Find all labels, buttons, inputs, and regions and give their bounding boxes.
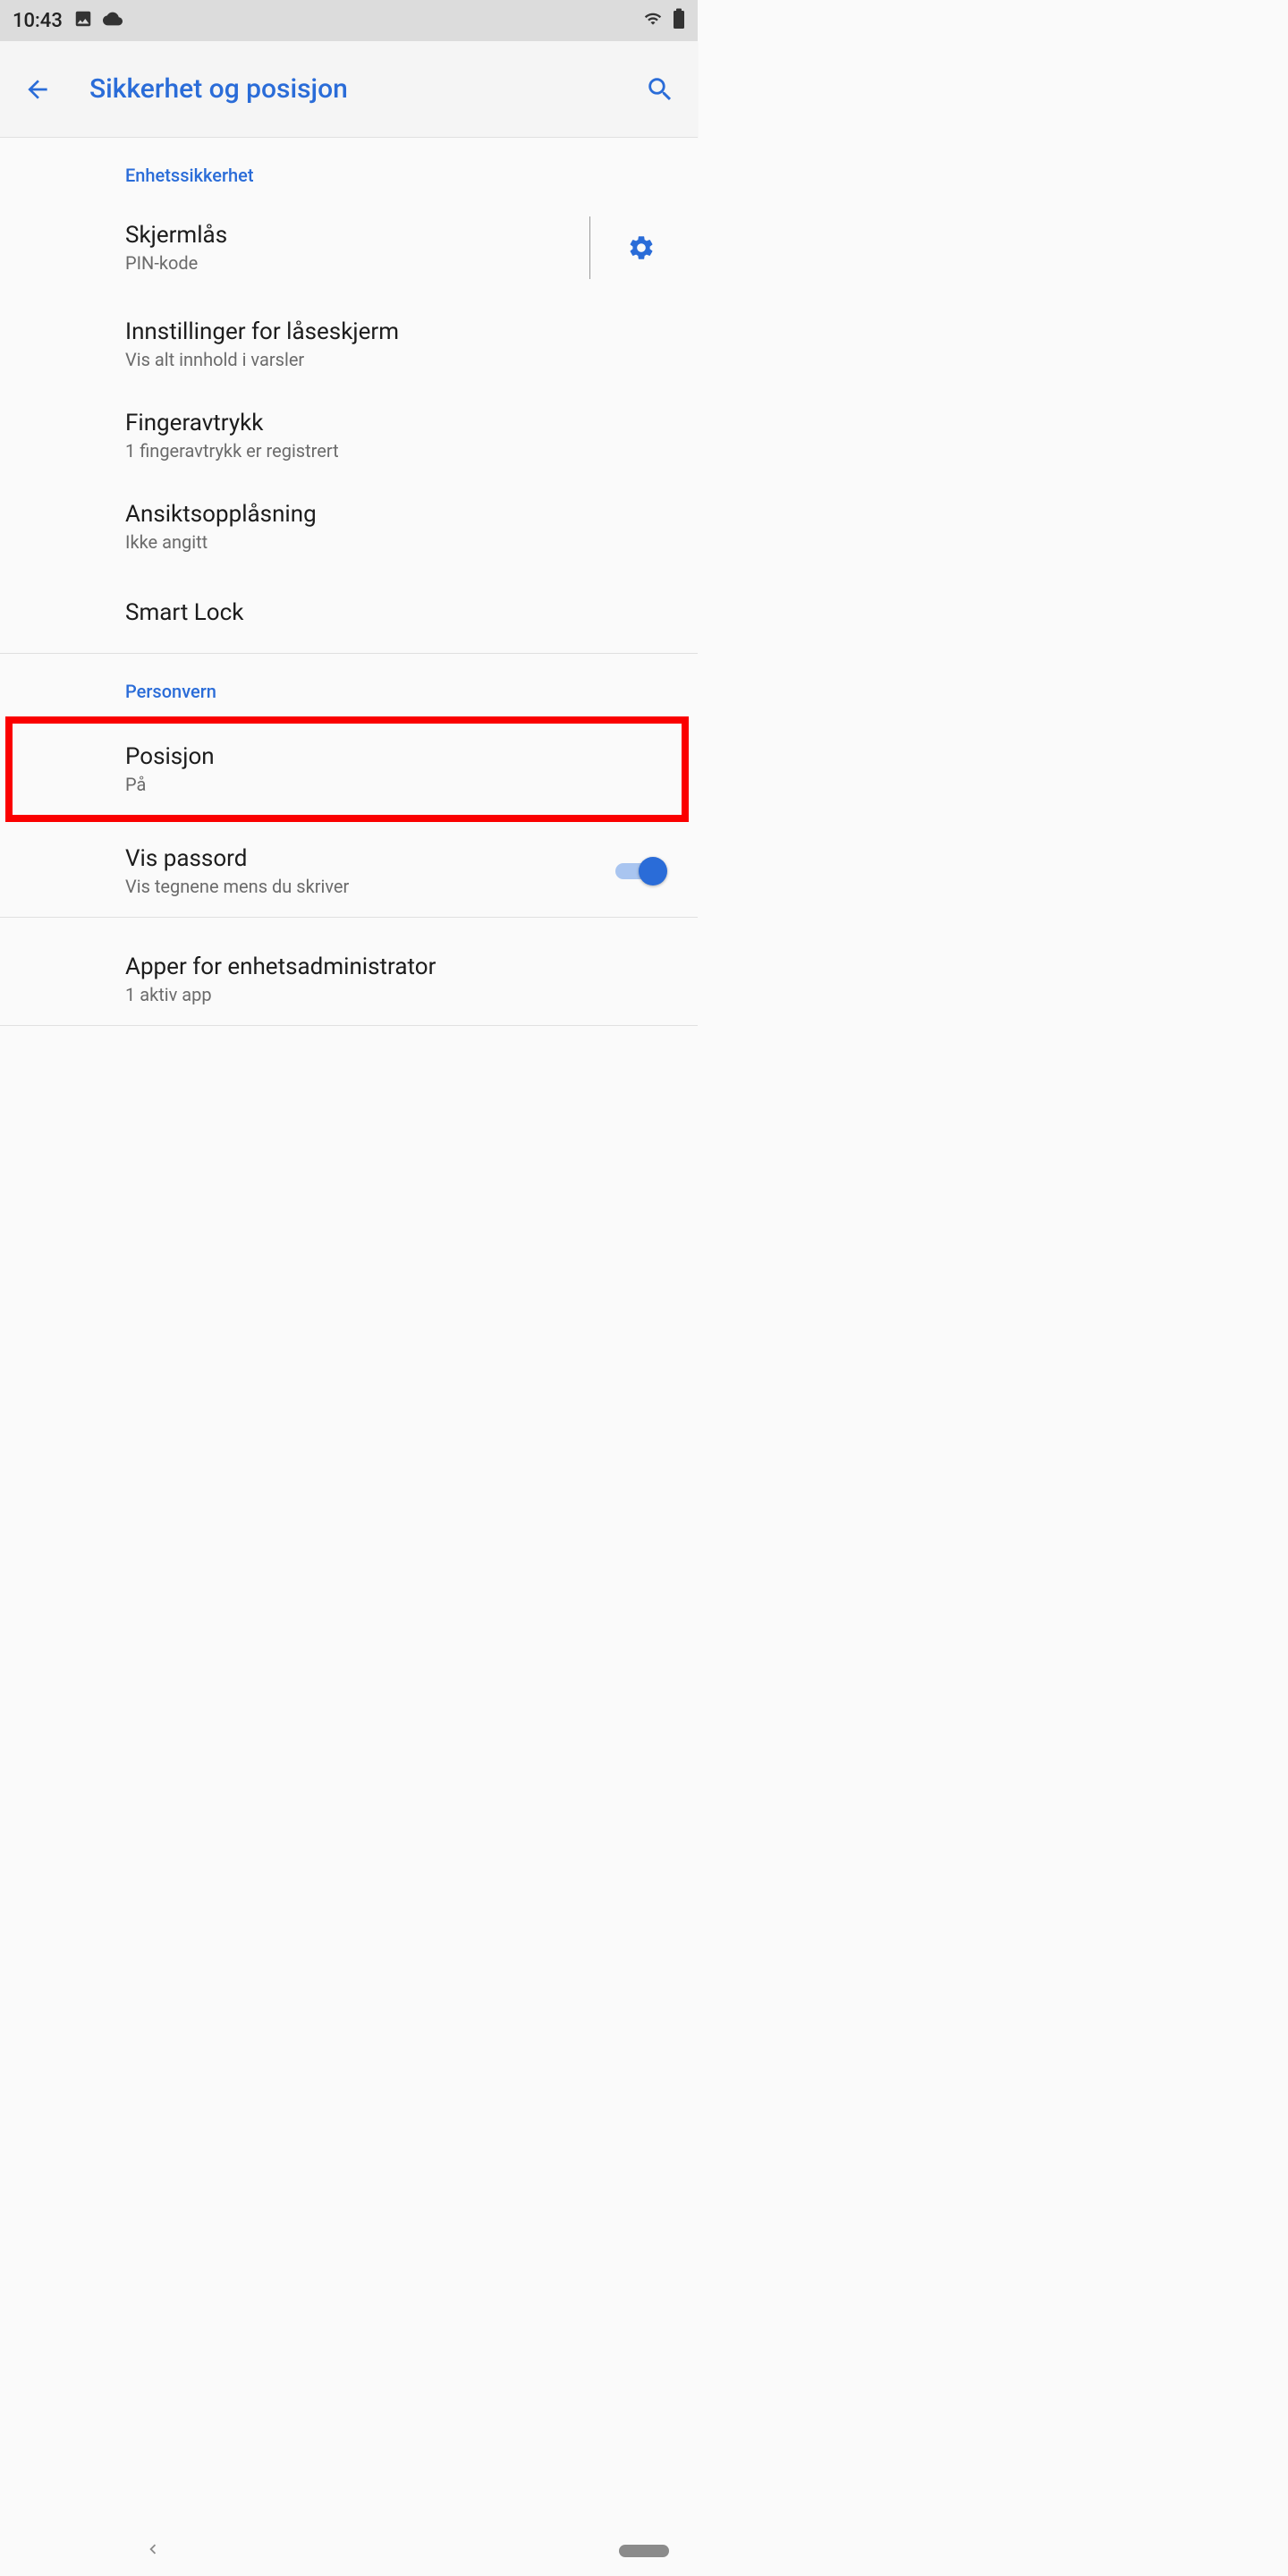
status-time: 10:43 [13, 10, 63, 32]
battery-icon [673, 8, 685, 33]
row-title: Vis passord [125, 845, 601, 872]
row-title: Smart Lock [125, 599, 682, 626]
page-title: Sikkerhet og posisjon [89, 73, 642, 105]
search-icon [645, 74, 675, 105]
nav-home-pill[interactable] [619, 2545, 669, 2557]
gear-icon [627, 233, 656, 262]
arrow-back-icon [23, 75, 52, 104]
row-device-admin-apps[interactable]: Apper for enhetsadministrator 1 aktiv ap… [0, 918, 698, 1025]
row-sub: På [125, 774, 665, 795]
cloud-icon [102, 9, 123, 32]
back-button[interactable] [20, 72, 55, 107]
wifi-icon [642, 10, 664, 31]
row-title: Apper for enhetsadministrator [125, 953, 682, 980]
row-smart-lock[interactable]: Smart Lock [0, 572, 698, 653]
image-icon [73, 9, 93, 32]
row-lockscreen-prefs[interactable]: Innstillinger for låseskjerm Vis alt inn… [0, 299, 698, 390]
row-title: Skjermlås [125, 222, 589, 249]
chevron-left-icon [143, 2539, 163, 2559]
row-sub: Vis tegnene mens du skriver [125, 876, 601, 897]
section-header-privacy: Personvern [0, 654, 698, 713]
row-title: Fingeravtrykk [125, 410, 682, 436]
search-button[interactable] [642, 72, 678, 107]
status-bar: 10:43 [0, 0, 698, 41]
row-title: Ansiktsopplåsning [125, 501, 682, 528]
row-location[interactable]: Posisjon På [13, 724, 682, 815]
show-passwords-toggle[interactable] [615, 857, 667, 886]
screen-lock-settings-button[interactable] [601, 233, 682, 262]
navigation-bar [0, 2526, 1288, 2576]
row-show-passwords[interactable]: Vis passord Vis tegnene mens du skriver [0, 826, 698, 917]
section-header-device-security: Enhetssikkerhet [0, 138, 698, 197]
row-title: Innstillinger for låseskjerm [125, 318, 682, 345]
row-fingerprint[interactable]: Fingeravtrykk 1 fingeravtrykk er registr… [0, 390, 698, 481]
row-sub: Vis alt innhold i varsler [125, 349, 682, 370]
nav-back-button[interactable] [143, 2539, 163, 2563]
row-face-unlock[interactable]: Ansiktsopplåsning Ikke angitt [0, 481, 698, 572]
row-screen-lock[interactable]: Skjermlås PIN-kode [0, 197, 698, 299]
vertical-divider [589, 216, 590, 279]
settings-list: Enhetssikkerhet Skjermlås PIN-kode Innst… [0, 138, 698, 1345]
row-title: Posisjon [125, 743, 665, 770]
row-sub: Ikke angitt [125, 531, 682, 553]
row-sub: 1 aktiv app [125, 984, 682, 1005]
row-sub: 1 fingeravtrykk er registrert [125, 440, 682, 462]
highlight-box: Posisjon På [5, 716, 689, 822]
divider [0, 1025, 698, 1026]
row-sub: PIN-kode [125, 252, 589, 274]
action-bar: Sikkerhet og posisjon [0, 41, 698, 138]
